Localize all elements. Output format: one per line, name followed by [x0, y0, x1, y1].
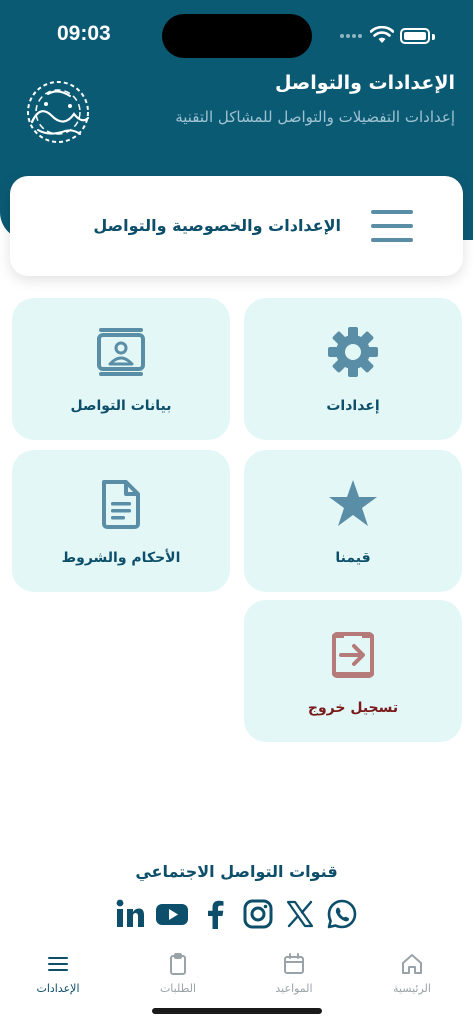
card-title: الإعدادات والخصوصية والتواصل: [93, 216, 341, 235]
tile-contact-label: بيانات التواصل: [70, 398, 172, 414]
social-links: [114, 898, 358, 932]
social-title: قنوات التواصل الاجتماعي: [135, 862, 338, 881]
gear-icon: [328, 327, 378, 377]
document-icon: [102, 480, 140, 529]
battery-icon: [400, 28, 430, 44]
wifi-icon: [370, 26, 394, 43]
status-bar: 09:03: [0, 0, 473, 70]
tile-logout-label: تسجيل خروج: [307, 700, 399, 716]
page-subtitle: إعدادات التفضيلات والتواصل للمشاكل التقن…: [175, 108, 455, 126]
contact-card-icon: [97, 328, 145, 376]
tile-logout[interactable]: تسجيل خروج: [244, 600, 462, 742]
clipboard-icon: [170, 953, 186, 975]
tab-appointments[interactable]: المواعيد: [246, 952, 342, 1004]
tile-terms[interactable]: الأحكام والشروط: [12, 450, 230, 592]
tile-rate[interactable]: قيمنا: [244, 450, 462, 592]
x-icon[interactable]: [284, 898, 316, 930]
tab-home-label: الرئيسية: [393, 982, 431, 995]
home-indicator: [152, 1008, 322, 1014]
tile-settings-label: إعدادات: [326, 398, 380, 414]
menu-icon[interactable]: [371, 210, 413, 242]
dynamic-island: [162, 14, 312, 58]
tile-contact[interactable]: بيانات التواصل: [12, 298, 230, 440]
tab-settings[interactable]: الإعدادات: [10, 952, 106, 1004]
tab-home[interactable]: الرئيسية: [364, 952, 460, 1004]
page-title: الإعدادات والتواصل: [274, 72, 455, 94]
tab-requests[interactable]: الطلبات: [130, 952, 226, 1004]
whatsapp-icon[interactable]: [326, 898, 358, 930]
tab-settings-label: الإعدادات: [36, 982, 80, 995]
logout-icon: [332, 632, 374, 678]
status-icons: [340, 26, 440, 46]
tab-appointments-label: المواعيد: [275, 982, 313, 995]
menu-lines-icon: [48, 957, 68, 971]
star-icon: [329, 480, 377, 526]
youtube-icon[interactable]: [156, 898, 188, 930]
tile-terms-label: الأحكام والشروط: [61, 550, 181, 566]
instagram-icon[interactable]: [242, 898, 274, 930]
tile-settings[interactable]: إعدادات: [244, 298, 462, 440]
home-icon: [402, 954, 422, 974]
calligraphy-logo: [27, 81, 90, 143]
tab-requests-label: الطلبات: [159, 982, 197, 995]
tile-rate-label: قيمنا: [335, 550, 371, 566]
section-card: الإعدادات والخصوصية والتواصل: [10, 176, 463, 276]
calendar-icon: [284, 953, 304, 974]
status-time: 09:03: [57, 22, 111, 45]
signal-icon: [340, 34, 364, 40]
facebook-icon[interactable]: [200, 898, 232, 930]
linkedin-icon[interactable]: [114, 898, 146, 930]
